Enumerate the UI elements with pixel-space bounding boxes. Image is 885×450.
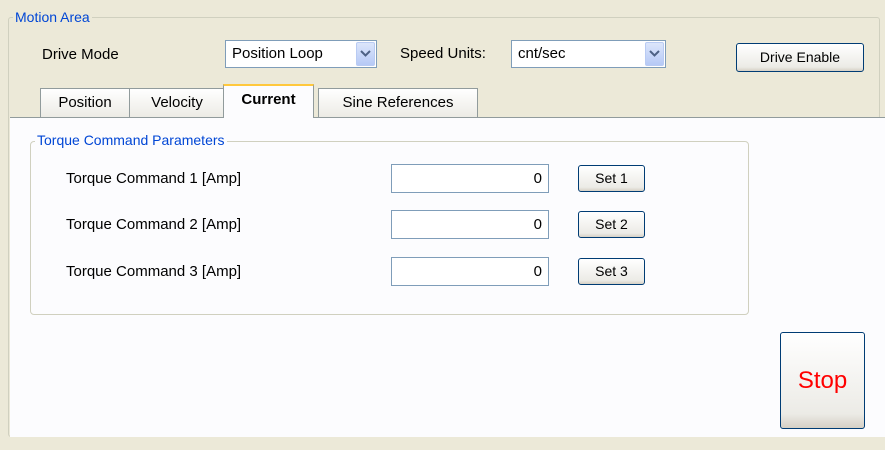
torque-command-2-label: Torque Command 2 [Amp] [66, 216, 242, 233]
drive-mode-label: Drive Mode [42, 46, 119, 63]
set-1-button[interactable]: Set 1 [578, 165, 645, 192]
tab-position[interactable]: Position [40, 88, 130, 117]
chevron-down-icon[interactable] [645, 42, 664, 66]
set-3-button[interactable]: Set 3 [578, 258, 645, 285]
torque-command-1-input[interactable]: 0 [391, 164, 549, 193]
motion-area-legend: Motion Area [13, 9, 92, 25]
torque-command-2-input[interactable]: 0 [391, 210, 549, 239]
speed-units-label: Speed Units: [400, 45, 486, 62]
torque-command-1-label: Torque Command 1 [Amp] [66, 170, 242, 187]
torque-command-3-label: Torque Command 3 [Amp] [66, 263, 242, 280]
drive-enable-button[interactable]: Drive Enable [736, 43, 864, 72]
tab-current[interactable]: Current [223, 84, 314, 118]
drive-mode-value: Position Loop [232, 45, 323, 62]
tab-sine-references[interactable]: Sine References [318, 88, 478, 117]
torque-group-legend: Torque Command Parameters [35, 132, 227, 148]
tab-velocity[interactable]: Velocity [129, 88, 225, 117]
speed-units-select[interactable]: cnt/sec [511, 40, 666, 68]
torque-command-3-input[interactable]: 0 [391, 257, 549, 286]
set-2-button[interactable]: Set 2 [578, 211, 645, 238]
drive-mode-select[interactable]: Position Loop [225, 40, 377, 68]
stop-button[interactable]: Stop [780, 332, 865, 429]
chevron-down-icon[interactable] [356, 42, 375, 66]
speed-units-value: cnt/sec [518, 45, 566, 62]
